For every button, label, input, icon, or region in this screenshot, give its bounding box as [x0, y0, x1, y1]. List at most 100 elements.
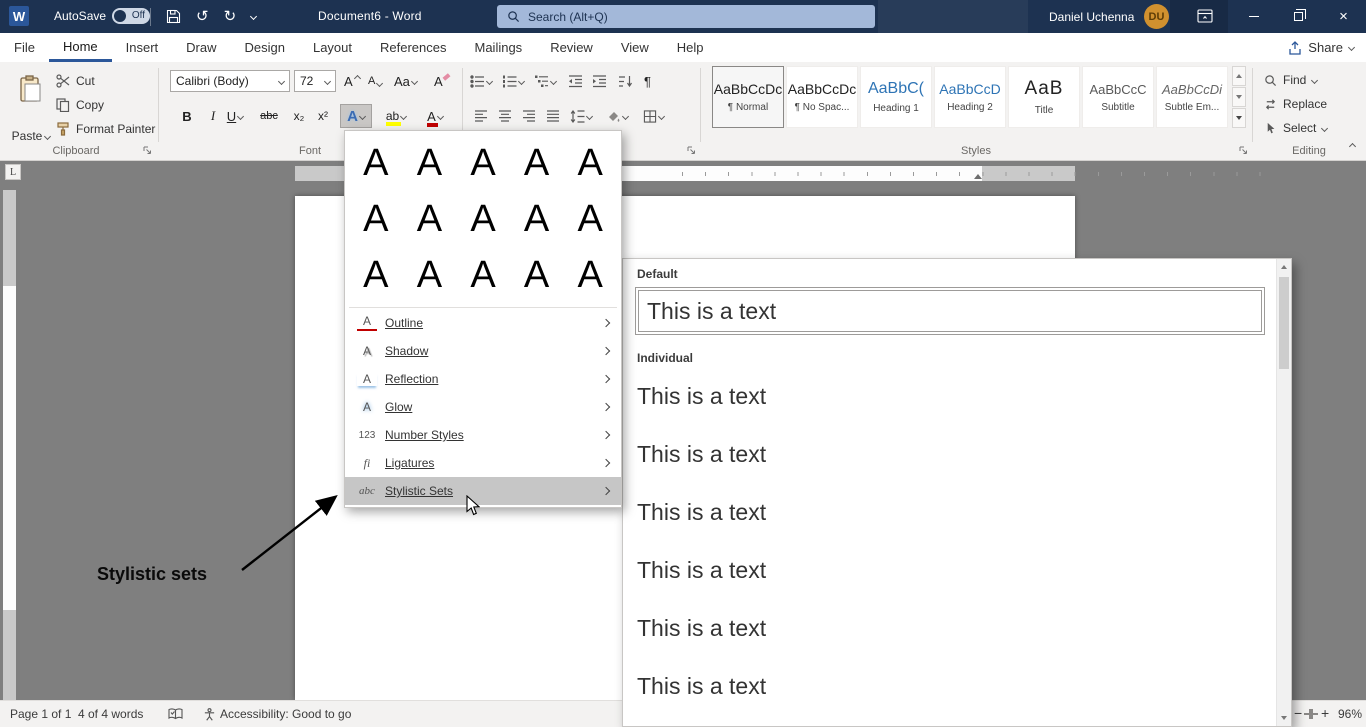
save-icon[interactable] [166, 9, 181, 24]
effect-swatch[interactable]: A [524, 256, 549, 294]
menu-item-ligatures[interactable]: fi Ligatures [345, 449, 621, 477]
tab-design[interactable]: Design [231, 33, 299, 62]
effect-swatch[interactable]: A [470, 144, 495, 182]
effect-swatch[interactable]: A [417, 144, 442, 182]
scroll-down-button[interactable] [1277, 710, 1291, 726]
zoom-out-button[interactable]: − [1294, 705, 1302, 721]
tab-home[interactable]: Home [49, 33, 112, 62]
sort-button[interactable] [618, 70, 633, 92]
close-button[interactable]: × [1321, 0, 1366, 33]
format-painter-button[interactable]: Format Painter [56, 119, 155, 139]
tab-file[interactable]: File [0, 33, 49, 62]
cut-button[interactable]: Cut [56, 71, 95, 91]
style-title[interactable]: AaB Title [1008, 66, 1080, 128]
stylistic-set-option-4[interactable]: This is a text [637, 541, 1261, 599]
change-case-button[interactable]: Aa [394, 70, 417, 92]
menu-item-glow[interactable]: A Glow [345, 393, 621, 421]
flyout-scrollbar[interactable] [1276, 259, 1291, 726]
show-formatting-button[interactable]: ¶ [644, 70, 651, 92]
styles-dialog-launcher[interactable] [1238, 145, 1248, 155]
menu-item-reflection[interactable]: A Reflection [345, 365, 621, 393]
proofing-status-icon[interactable] [168, 708, 183, 720]
tab-layout[interactable]: Layout [299, 33, 366, 62]
font-name-combobox[interactable]: Calibri (Body) [170, 70, 290, 92]
vertical-ruler[interactable] [3, 190, 16, 700]
decrease-indent-button[interactable] [568, 70, 583, 92]
align-center-button[interactable] [494, 104, 516, 128]
autosave-toggle[interactable]: AutoSave Off [54, 8, 150, 24]
menu-item-number-styles[interactable]: 123 Number Styles [345, 421, 621, 449]
styles-scroll-down-button[interactable] [1232, 87, 1246, 107]
tab-stop-selector[interactable]: L [5, 164, 21, 180]
effect-swatch[interactable]: A [524, 200, 549, 238]
tab-review[interactable]: Review [536, 33, 607, 62]
shading-button[interactable] [606, 104, 628, 128]
replace-button[interactable]: Replace [1264, 94, 1327, 114]
word-app-icon[interactable]: W [8, 5, 30, 27]
bullets-button[interactable] [470, 70, 492, 92]
ribbon-display-options-icon[interactable] [1197, 9, 1213, 23]
style-heading-1[interactable]: AaBbC( Heading 1 [860, 66, 932, 128]
tab-insert[interactable]: Insert [112, 33, 173, 62]
page-indicator[interactable]: Page 1 of 1 [10, 707, 71, 721]
bold-button[interactable]: B [176, 104, 198, 128]
menu-item-shadow[interactable]: A Shadow [345, 337, 621, 365]
tab-references[interactable]: References [366, 33, 460, 62]
style-subtitle[interactable]: AaBbCcC Subtitle [1082, 66, 1154, 128]
zoom-level[interactable]: 96% [1338, 707, 1362, 721]
effect-swatch[interactable]: A [578, 256, 603, 294]
multilevel-list-button[interactable] [534, 70, 556, 92]
qat-customize-chevron-icon[interactable] [250, 13, 257, 20]
style-heading-2[interactable]: AaBbCcD Heading 2 [934, 66, 1006, 128]
user-name[interactable]: Daniel Uchenna [1049, 10, 1134, 24]
styles-gallery-more-button[interactable] [1232, 108, 1246, 128]
style-no-spacing[interactable]: AaBbCcDc ¶ No Spac... [786, 66, 858, 128]
italic-button[interactable]: I [202, 104, 224, 128]
autosave-switch[interactable]: Off [112, 8, 150, 24]
style-normal[interactable]: AaBbCcDc ¶ Normal [712, 66, 784, 128]
tab-mailings[interactable]: Mailings [461, 33, 537, 62]
effect-swatch[interactable]: A [470, 256, 495, 294]
zoom-in-button[interactable]: + [1321, 705, 1329, 721]
stylistic-set-option-3[interactable]: This is a text [637, 483, 1261, 541]
collapse-ribbon-button[interactable] [1350, 136, 1355, 154]
line-spacing-button[interactable] [570, 104, 592, 128]
align-left-button[interactable] [470, 104, 492, 128]
strikethrough-button[interactable]: abc [258, 104, 280, 128]
scrollbar-thumb[interactable] [1279, 277, 1289, 369]
superscript-button[interactable]: x² [312, 104, 334, 128]
find-button[interactable]: Find [1264, 70, 1317, 90]
effect-swatch[interactable]: A [524, 144, 549, 182]
default-stylistic-set-option[interactable]: This is a text [635, 287, 1265, 335]
clipboard-dialog-launcher[interactable] [142, 145, 152, 155]
effect-swatch[interactable]: A [578, 200, 603, 238]
redo-icon[interactable]: ↻ [224, 9, 237, 24]
effect-swatch[interactable]: A [470, 200, 495, 238]
effect-swatch[interactable]: A [363, 256, 388, 294]
undo-icon[interactable]: ↺ [196, 9, 209, 24]
tab-help[interactable]: Help [663, 33, 718, 62]
effect-swatch[interactable]: A [578, 144, 603, 182]
underline-button[interactable]: U [224, 104, 246, 128]
grow-font-button[interactable]: A [344, 70, 360, 92]
justify-button[interactable] [542, 104, 564, 128]
accessibility-icon[interactable] [203, 708, 216, 721]
menu-item-stylistic-sets[interactable]: abc Stylistic Sets [345, 477, 621, 505]
stylistic-set-option-1[interactable]: This is a text [637, 367, 1261, 425]
share-button[interactable]: Share [1288, 33, 1354, 62]
tab-view[interactable]: View [607, 33, 663, 62]
align-right-button[interactable] [518, 104, 540, 128]
clear-formatting-button[interactable]: A [434, 70, 450, 92]
scroll-up-button[interactable] [1277, 259, 1291, 275]
styles-scroll-up-button[interactable] [1232, 66, 1246, 86]
minimize-button[interactable] [1231, 0, 1276, 33]
text-effects-button[interactable]: A [340, 104, 372, 128]
shrink-font-button[interactable]: A [368, 70, 382, 92]
subscript-button[interactable]: x₂ [288, 104, 310, 128]
effect-swatch[interactable]: A [363, 144, 388, 182]
paragraph-dialog-launcher[interactable] [686, 145, 696, 155]
restore-button[interactable] [1276, 0, 1321, 33]
paste-button[interactable]: Paste [8, 67, 54, 147]
stylistic-set-option-5[interactable]: This is a text [637, 599, 1261, 657]
effect-swatch[interactable]: A [417, 200, 442, 238]
